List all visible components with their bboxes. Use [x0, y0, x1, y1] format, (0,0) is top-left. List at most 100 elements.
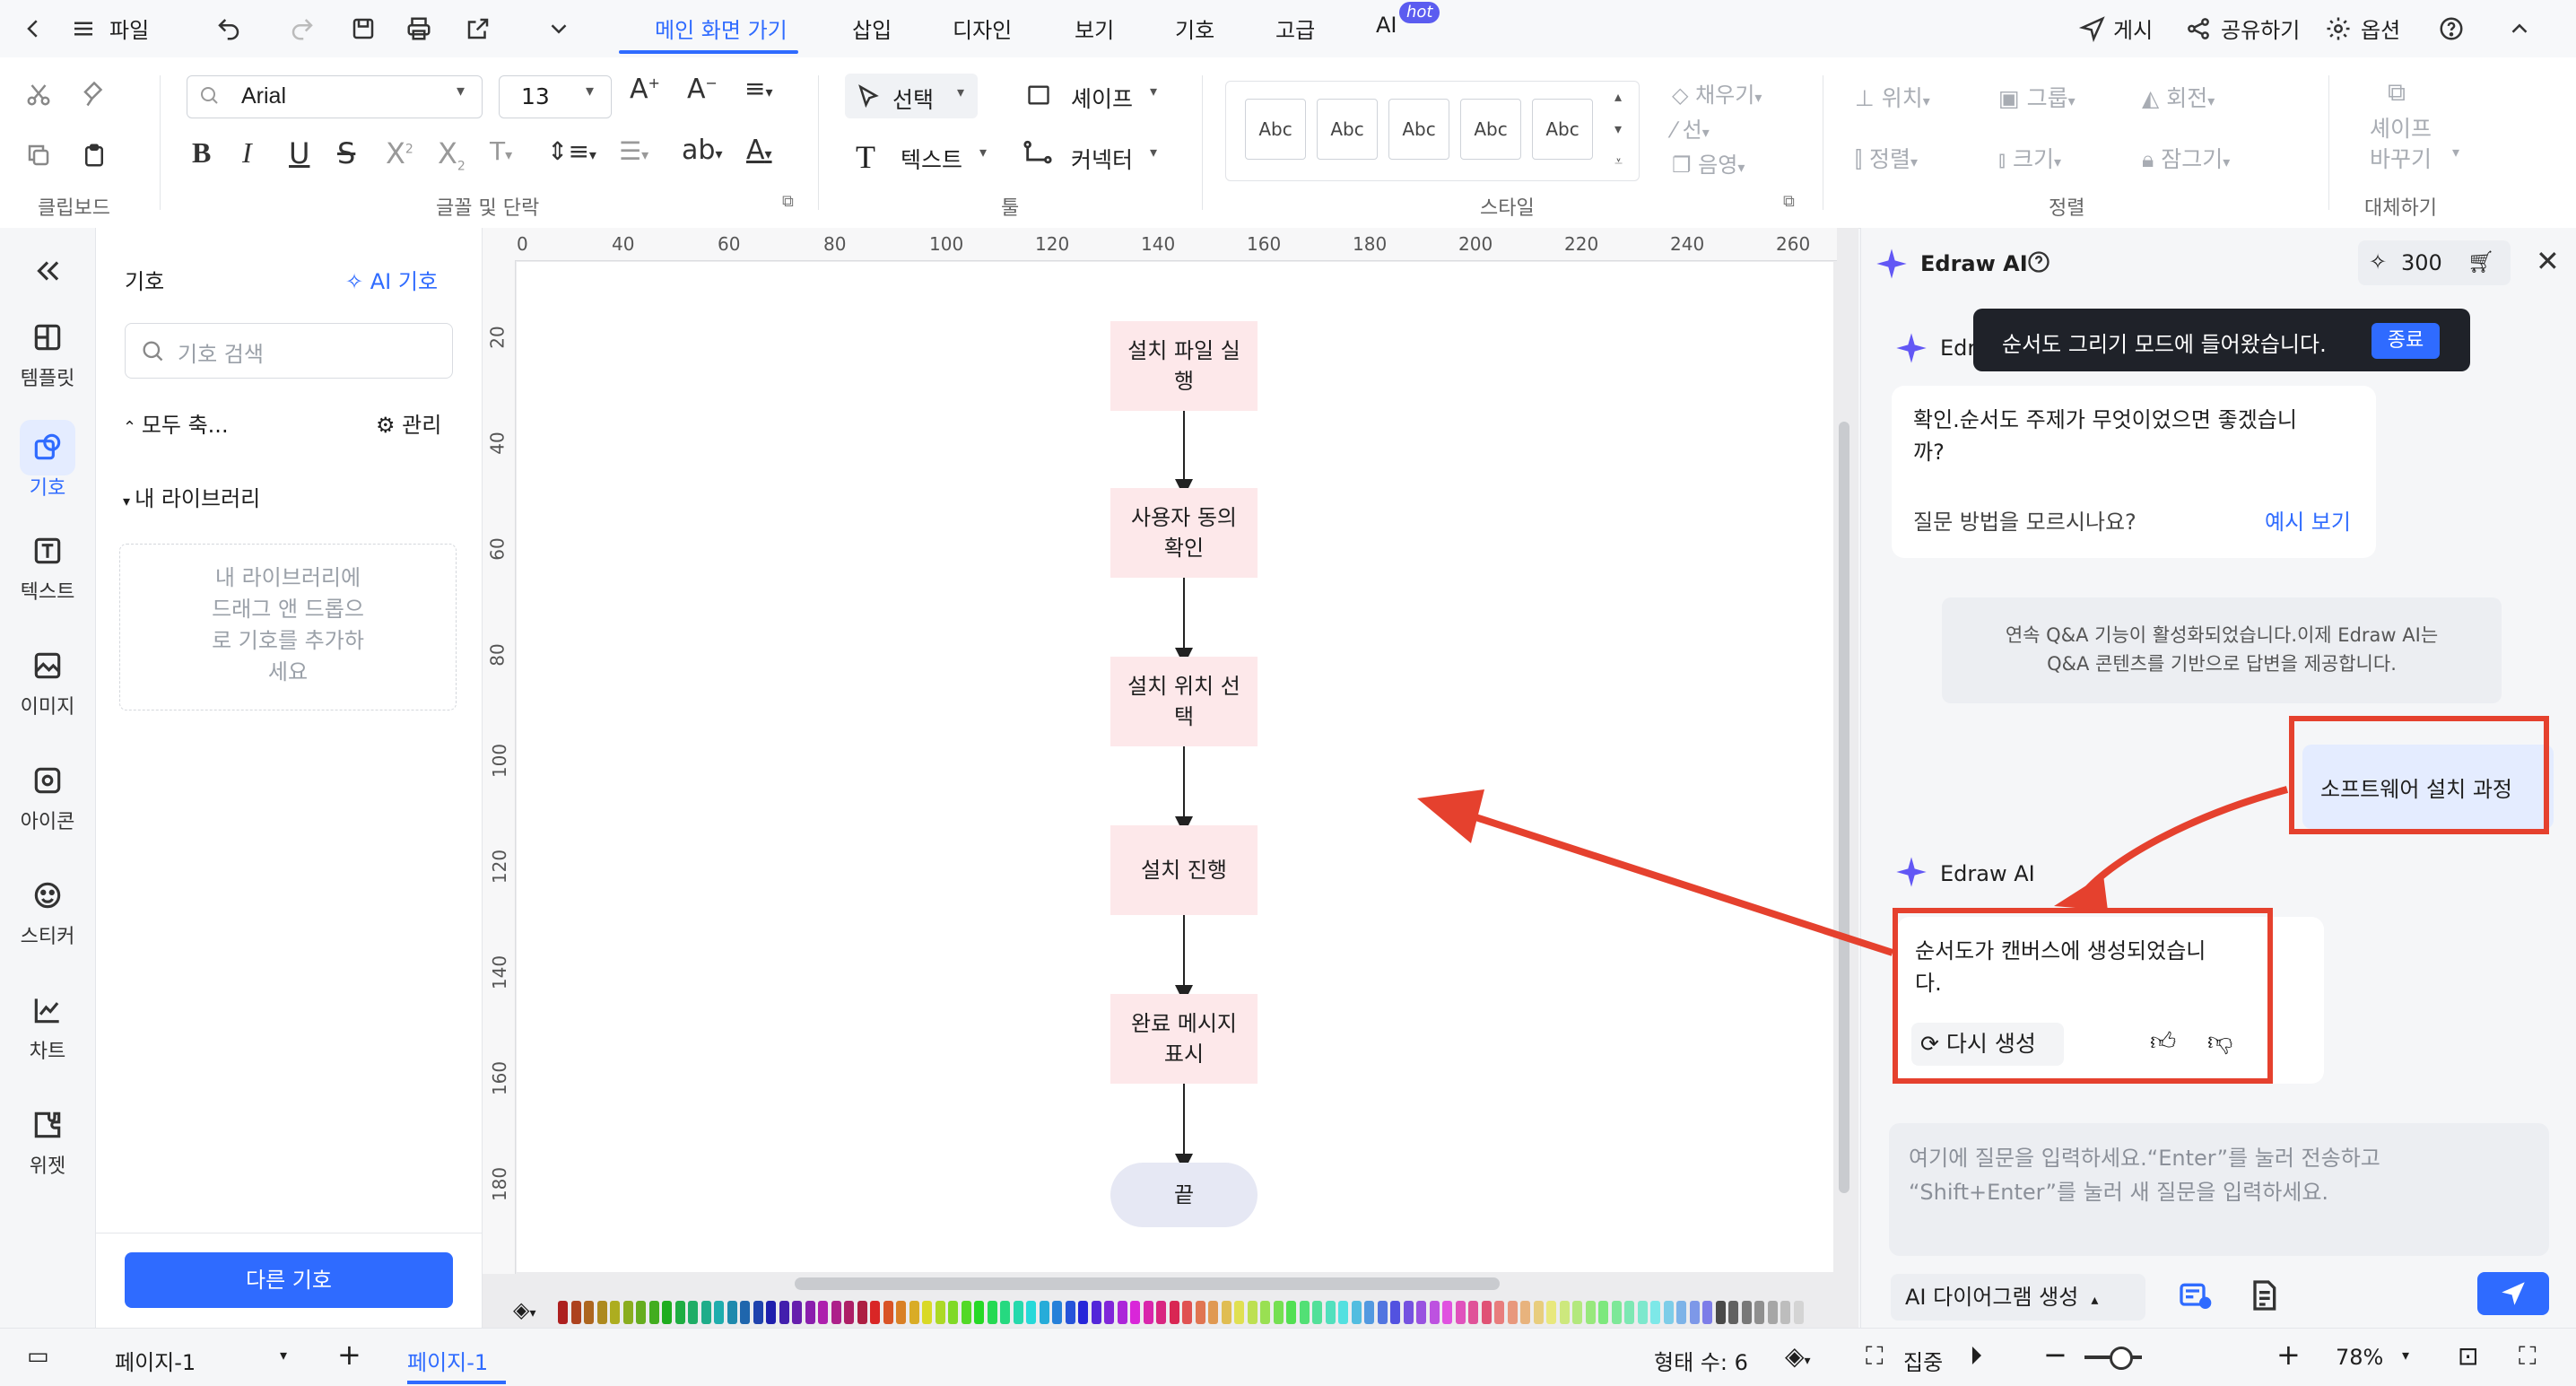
chevron-down-icon[interactable]: ▾: [2402, 1347, 2409, 1364]
tab-insert[interactable]: 삽입: [852, 13, 892, 44]
color-swatch[interactable]: [648, 1301, 659, 1324]
font-color-icon[interactable]: A▾: [746, 135, 772, 166]
page-selector[interactable]: 페이지-1: [115, 1345, 196, 1376]
text-style-icon[interactable]: T▾: [490, 136, 512, 166]
back-icon[interactable]: [18, 13, 48, 44]
color-swatch[interactable]: [1728, 1301, 1738, 1324]
color-swatch[interactable]: [1767, 1301, 1778, 1324]
page-tab-active[interactable]: 페이지-1: [407, 1345, 488, 1376]
position-button[interactable]: ⊥ 위치▾: [1855, 81, 1930, 113]
sidebar-item-symbol[interactable]: 기호: [0, 427, 95, 501]
subscript-icon[interactable]: X2: [438, 136, 466, 173]
color-swatch[interactable]: [805, 1301, 815, 1324]
flow-node-start[interactable]: 설치 파일 실행: [1110, 321, 1258, 411]
fullscreen-icon[interactable]: ⛶: [2519, 1341, 2537, 1372]
template-mode-icon[interactable]: [2174, 1277, 2215, 1313]
color-swatch[interactable]: [1221, 1301, 1231, 1324]
color-swatch[interactable]: [844, 1301, 854, 1324]
color-swatch[interactable]: [1351, 1301, 1362, 1324]
color-swatch[interactable]: [1611, 1301, 1622, 1324]
color-swatch[interactable]: [1650, 1301, 1660, 1324]
cart-icon[interactable]: 🛒︎: [2467, 249, 2494, 275]
help-icon[interactable]: [2436, 13, 2467, 44]
connector-tool-button[interactable]: 커넥터: [1071, 143, 1133, 175]
style-swatch[interactable]: Abc: [1388, 99, 1449, 160]
ai-symbol-button[interactable]: ✧ AI 기호: [345, 264, 438, 295]
paragraph-align-icon[interactable]: ≡▾: [744, 74, 773, 103]
flow-node[interactable]: 완료 메시지 표시: [1110, 994, 1258, 1084]
format-painter-icon[interactable]: [79, 79, 109, 109]
color-swatch[interactable]: [935, 1301, 945, 1324]
color-swatch[interactable]: [1312, 1301, 1322, 1324]
color-swatch[interactable]: [1078, 1301, 1088, 1324]
color-swatch[interactable]: [870, 1301, 880, 1324]
flow-node[interactable]: 사용자 동의 확인: [1110, 488, 1258, 578]
color-swatch[interactable]: [1143, 1301, 1153, 1324]
font-size-select[interactable]: 13 ▾: [499, 75, 612, 118]
color-swatch[interactable]: [1247, 1301, 1258, 1324]
zoom-in-icon[interactable]: +: [2276, 1338, 2301, 1372]
color-swatch[interactable]: [1455, 1301, 1466, 1324]
color-swatch[interactable]: [1299, 1301, 1310, 1324]
color-swatch[interactable]: [1195, 1301, 1205, 1324]
color-swatch[interactable]: [1130, 1301, 1140, 1324]
line-button[interactable]: ⁄ 선▾: [1672, 112, 1710, 144]
flow-node[interactable]: 설치 진행: [1110, 825, 1258, 915]
decrease-font-icon[interactable]: A−: [687, 74, 718, 105]
color-swatch[interactable]: [753, 1301, 763, 1324]
undo-icon[interactable]: [213, 13, 244, 44]
help-icon[interactable]: [2026, 249, 2051, 275]
color-swatch[interactable]: [740, 1301, 750, 1324]
color-swatch[interactable]: [1156, 1301, 1166, 1324]
sidebar-item-widget[interactable]: 위젯: [0, 1105, 95, 1179]
color-swatch[interactable]: [766, 1301, 776, 1324]
color-swatch[interactable]: [1390, 1301, 1400, 1324]
style-swatch[interactable]: Abc: [1532, 99, 1593, 160]
color-swatch[interactable]: [1754, 1301, 1764, 1324]
color-swatch[interactable]: [1182, 1301, 1192, 1324]
style-swatch[interactable]: Abc: [1460, 99, 1521, 160]
tab-symbol[interactable]: 기호: [1175, 13, 1214, 44]
rotate-button[interactable]: ◭ 회전▾: [2142, 81, 2215, 113]
color-swatch[interactable]: [1091, 1301, 1101, 1324]
color-swatch[interactable]: [1715, 1301, 1726, 1324]
color-swatch[interactable]: [584, 1301, 594, 1324]
tab-ai[interactable]: AI: [1376, 13, 1397, 38]
strikethrough-icon[interactable]: S: [337, 136, 355, 170]
zoom-level[interactable]: 78%: [2336, 1345, 2383, 1370]
color-swatch[interactable]: [1429, 1301, 1440, 1324]
color-swatch[interactable]: [1637, 1301, 1648, 1324]
text-tool-button[interactable]: 텍스트: [901, 143, 962, 175]
save-icon[interactable]: [348, 13, 379, 44]
color-swatch[interactable]: [636, 1301, 646, 1324]
style-dialog-launcher-icon[interactable]: ⧉: [1783, 192, 1795, 211]
color-swatch[interactable]: [570, 1301, 581, 1324]
library-drop-zone[interactable]: 내 라이브러리에 드래그 앤 드롭으 로 기호를 추가하 세요: [119, 544, 457, 710]
color-swatch[interactable]: [674, 1301, 685, 1324]
my-library-toggle[interactable]: ▾ 내 라이브러리: [123, 481, 260, 512]
style-scroll-arrows[interactable]: ▴ ▾ ⩡: [1614, 81, 1623, 178]
page-layout-icon[interactable]: ▭: [27, 1343, 49, 1370]
horizontal-scrollbar[interactable]: [795, 1277, 1500, 1290]
color-swatch[interactable]: [1585, 1301, 1596, 1324]
add-page-icon[interactable]: +: [337, 1338, 361, 1372]
color-swatch[interactable]: [1117, 1301, 1127, 1324]
color-swatch[interactable]: [883, 1301, 893, 1324]
color-swatch[interactable]: [961, 1301, 971, 1324]
color-swatch[interactable]: [1169, 1301, 1179, 1324]
color-swatch[interactable]: [1234, 1301, 1244, 1324]
cut-icon[interactable]: [23, 79, 54, 109]
color-swatch[interactable]: [1052, 1301, 1062, 1324]
color-swatch[interactable]: [1676, 1301, 1686, 1324]
collapse-all-button[interactable]: ⌃ 모두 축...: [123, 407, 229, 439]
color-swatch[interactable]: [1065, 1301, 1075, 1324]
color-swatch[interactable]: [622, 1301, 633, 1324]
print-icon[interactable]: [404, 13, 434, 44]
credits-badge[interactable]: ✧ 300 🛒︎: [2358, 240, 2511, 285]
font-family-select[interactable]: Arial ▾: [187, 75, 483, 118]
color-swatch[interactable]: [727, 1301, 737, 1324]
flow-node[interactable]: 설치 위치 선택: [1110, 657, 1258, 746]
tab-design[interactable]: 디자인: [953, 13, 1012, 44]
shadow-button[interactable]: ❐ 음영▾: [1672, 147, 1745, 179]
options-button[interactable]: 옵션: [2361, 13, 2400, 44]
